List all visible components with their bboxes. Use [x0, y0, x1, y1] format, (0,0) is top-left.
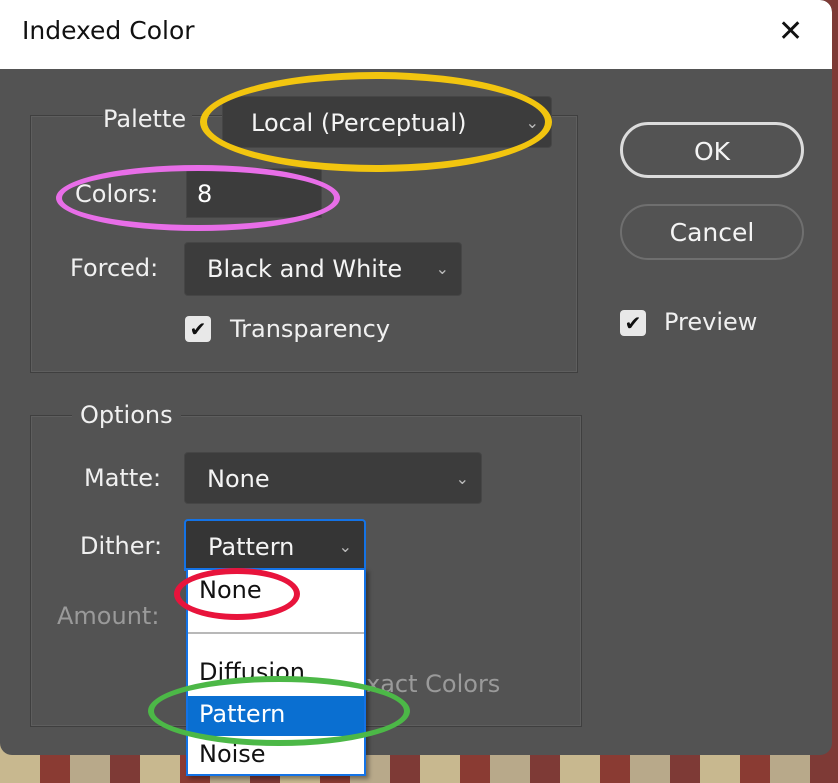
dither-option-diffusion[interactable]: Diffusion [188, 654, 364, 694]
dialog-title: Indexed Color [22, 16, 195, 45]
palette-select-value: Local (Perceptual) [251, 109, 467, 137]
palette-select[interactable]: Local (Perceptual) ⌄ [222, 96, 552, 148]
dither-select[interactable]: Pattern ⌄ [184, 519, 366, 571]
dither-option-noise[interactable]: Noise [188, 736, 364, 776]
preserve-exact-colors-label: xact Colors [366, 670, 501, 698]
preview-checkbox[interactable]: ✔ [620, 310, 646, 336]
colors-input-value: 8 [197, 180, 213, 208]
amount-label: Amount: [57, 602, 160, 630]
matte-select[interactable]: None ⌄ [184, 452, 482, 504]
dither-dropdown-list: None Diffusion Pattern Noise [186, 568, 366, 776]
dither-option-none[interactable]: None [188, 572, 364, 612]
close-icon[interactable]: ✕ [778, 14, 803, 49]
colors-input[interactable]: 8 [186, 168, 322, 218]
chevron-down-icon: ⌄ [525, 113, 539, 132]
palette-label: Palette [103, 105, 193, 133]
options-title: Options [72, 401, 181, 429]
dither-option-pattern[interactable]: Pattern [188, 696, 364, 736]
transparency-label: Transparency [230, 315, 391, 343]
ok-button[interactable]: OK [620, 122, 804, 178]
matte-label: Matte: [84, 464, 162, 492]
cancel-button[interactable]: Cancel [620, 204, 804, 260]
preview-label: Preview [664, 308, 758, 336]
chevron-down-icon: ⌄ [455, 469, 469, 488]
colors-label: Colors: [75, 180, 159, 208]
forced-select[interactable]: Black and White ⌄ [184, 242, 462, 296]
chevron-down-icon: ⌄ [338, 537, 352, 556]
matte-select-value: None [207, 465, 270, 493]
dither-label: Dither: [80, 532, 163, 560]
transparency-checkbox[interactable]: ✔ [185, 316, 211, 342]
option-label: None [199, 576, 262, 604]
chevron-down-icon: ⌄ [435, 259, 449, 278]
forced-select-value: Black and White [207, 255, 403, 283]
dropdown-separator [188, 632, 364, 634]
forced-label: Forced: [70, 254, 159, 282]
option-label: Noise [199, 740, 266, 768]
option-label: Diffusion [199, 658, 305, 686]
title-bar: Indexed Color ✕ [0, 0, 832, 69]
dither-select-value: Pattern [208, 533, 295, 561]
indexed-color-dialog: Indexed Color ✕ Palette Local (Perceptua… [0, 0, 832, 755]
option-label: Pattern [199, 700, 286, 728]
